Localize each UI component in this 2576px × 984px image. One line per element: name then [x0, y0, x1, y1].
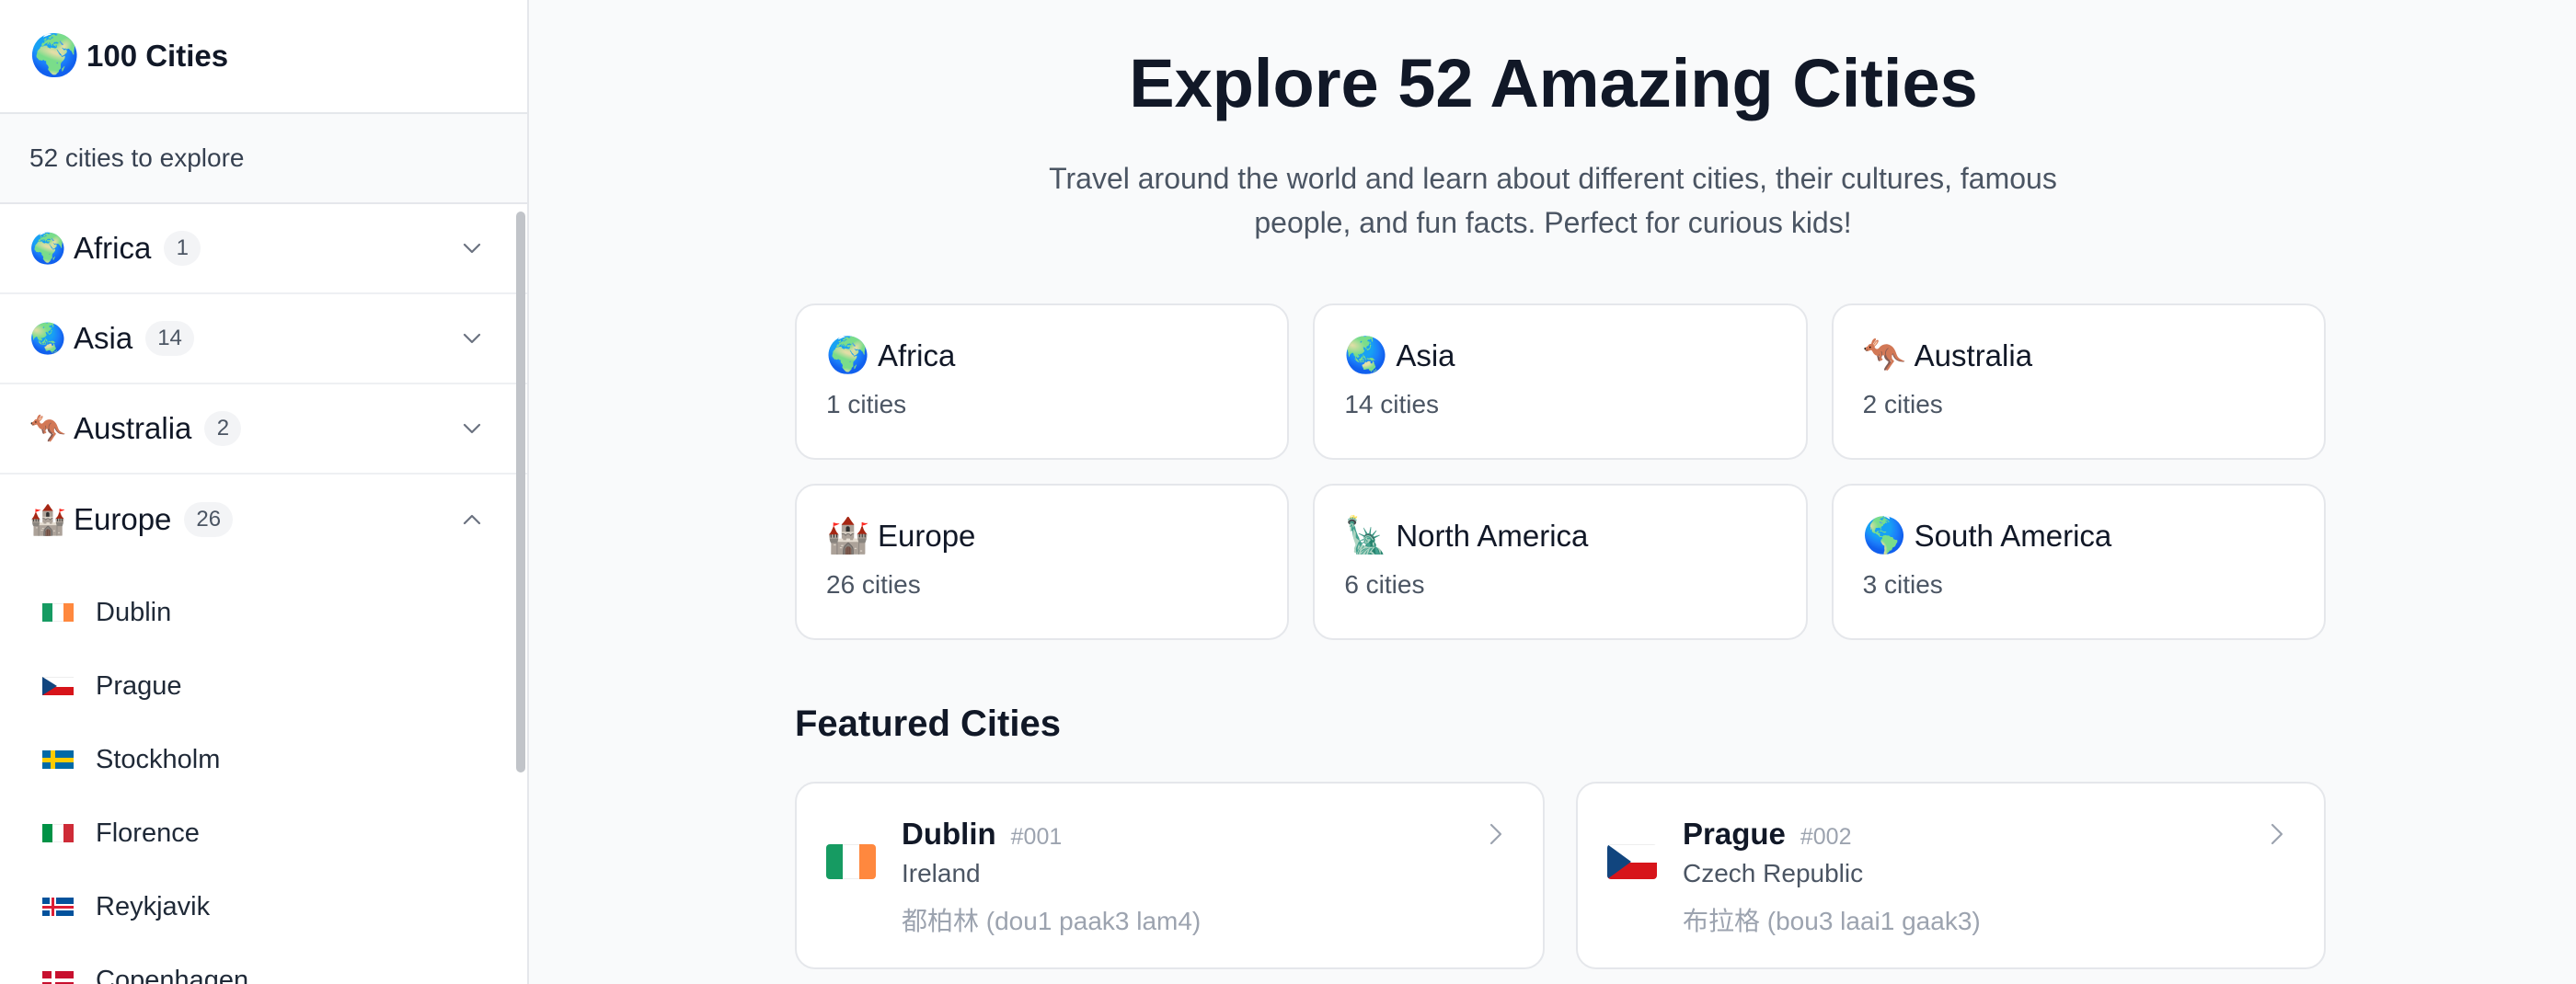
globe-americas-icon: 🌎: [1862, 517, 1906, 555]
continent-card-north-america[interactable]: 🗽 North America 6 cities: [1313, 484, 1808, 640]
sidebar-city-prague[interactable]: Prague: [0, 649, 527, 723]
iceland-flag-icon: [42, 898, 74, 916]
sidebar-city-stockholm[interactable]: Stockholm: [0, 723, 527, 796]
page-title: Explore 52 Amazing Cities: [1129, 45, 1978, 121]
continent-card-name: Africa: [878, 338, 956, 372]
continent-count-badge: 1: [164, 231, 201, 266]
chevron-down-icon[interactable]: [461, 327, 483, 349]
continent-card-australia[interactable]: 🦘 Australia 2 cities: [1831, 303, 2326, 460]
castle-icon: 🏰: [826, 517, 870, 555]
chevron-down-icon[interactable]: [461, 237, 483, 259]
featured-city-chinese-name: 布拉格 (bou3 laai1 gaak3): [1683, 907, 1981, 935]
continent-card-name: Asia: [1396, 338, 1455, 372]
continent-card-count: 14 cities: [1344, 390, 1440, 418]
continent-card-asia[interactable]: 🌏 Asia 14 cities: [1313, 303, 1808, 460]
globe-asia-icon: 🌏: [1344, 337, 1388, 375]
featured-city-name: Dublin: [902, 817, 996, 851]
castle-icon: 🏰: [29, 503, 66, 536]
continent-grid: 🌍 Africa 1 cities 🌏 Asia 14 cities 🦘 Aus…: [795, 303, 2326, 640]
city-label: Dublin: [96, 597, 172, 627]
sidebar: 🌍 100 Cities 52 cities to explore 🌍 Afri…: [0, 0, 529, 984]
continent-card-count: 3 cities: [1862, 570, 1943, 599]
denmark-flag-icon: [42, 971, 74, 984]
sidebar-city-dublin[interactable]: Dublin: [0, 576, 527, 649]
chevron-right-icon: [2265, 820, 2289, 848]
continent-card-africa[interactable]: 🌍 Africa 1 cities: [795, 303, 1290, 460]
globe-africa-icon: 🌍: [826, 337, 870, 375]
sidebar-header[interactable]: 🌍 100 Cities: [0, 0, 527, 114]
chevron-right-icon: [1484, 820, 1508, 848]
globe-africa-icon: 🌍: [29, 232, 66, 265]
sidebar-city-copenhagen[interactable]: Copenhagen: [0, 944, 527, 984]
globe-asia-icon: 🌏: [29, 322, 66, 355]
featured-city-country: Ireland: [902, 859, 981, 887]
featured-city-name: Prague: [1683, 817, 1786, 851]
continent-count-badge: 14: [145, 321, 194, 356]
continent-card-name: Europe: [878, 519, 976, 553]
continent-label: Asia: [74, 321, 133, 355]
sidebar-continent-asia[interactable]: 🌏 Asia 14: [0, 294, 527, 384]
sidebar-scroll-area: 🌍 Africa 1 🌏 Asia 14 🦘 Australia 2 🏰 Eur…: [0, 204, 527, 984]
city-count-text: 52 cities to explore: [0, 114, 527, 204]
continent-count-badge: 2: [204, 411, 242, 446]
featured-city-number: #002: [1800, 824, 1852, 850]
featured-cities-grid: Dublin #001 Ireland 都柏林 (dou1 paak3 lam4…: [795, 782, 2326, 969]
kangaroo-icon: 🦘: [1862, 337, 1906, 375]
continent-card-count: 1 cities: [826, 390, 907, 418]
featured-city-country: Czech Republic: [1683, 859, 1864, 887]
featured-city-card-dublin[interactable]: Dublin #001 Ireland 都柏林 (dou1 paak3 lam4…: [795, 782, 1545, 969]
ireland-flag-icon: [42, 603, 74, 622]
city-label: Stockholm: [96, 744, 221, 774]
city-label: Copenhagen: [96, 965, 249, 984]
page-subtitle: Travel around the world and learn about …: [1049, 162, 2057, 239]
sidebar-continent-africa[interactable]: 🌍 Africa 1: [0, 204, 527, 294]
continent-card-name: South America: [1914, 519, 2112, 553]
app-title: 100 Cities: [86, 39, 229, 73]
continent-label: Africa: [74, 231, 152, 265]
continent-card-count: 26 cities: [826, 570, 921, 599]
chevron-down-icon[interactable]: [461, 418, 483, 440]
main-content: Explore 52 Amazing Cities Travel around …: [531, 0, 2576, 984]
globe-icon: 🌍: [29, 33, 80, 78]
continent-label: Europe: [74, 502, 172, 536]
featured-city-number: #001: [1010, 824, 1063, 850]
city-label: Prague: [96, 670, 182, 701]
chevron-up-icon[interactable]: [461, 509, 483, 531]
continent-card-name: Australia: [1914, 338, 2033, 372]
italy-flag-icon: [42, 824, 74, 842]
sidebar-city-reykjavik[interactable]: Reykjavik: [0, 870, 527, 944]
continent-count-badge: 26: [184, 502, 234, 537]
continent-card-south-america[interactable]: 🌎 South America 3 cities: [1831, 484, 2326, 640]
sweden-flag-icon: [42, 750, 74, 769]
featured-cities-heading: Featured Cities: [795, 704, 1061, 744]
statue-of-liberty-icon: 🗽: [1344, 517, 1388, 555]
continent-card-count: 6 cities: [1344, 570, 1425, 599]
featured-city-card-prague[interactable]: Prague #002 Czech Republic 布拉格 (bou3 laa…: [1576, 782, 2326, 969]
city-label: Florence: [96, 818, 200, 848]
continent-card-europe[interactable]: 🏰 Europe 26 cities: [795, 484, 1290, 640]
kangaroo-icon: 🦘: [29, 412, 66, 445]
ireland-flag-icon: [826, 844, 876, 879]
sidebar-continent-europe[interactable]: 🏰 Europe 26: [0, 475, 527, 565]
continent-card-name: North America: [1396, 519, 1589, 553]
sidebar-city-florence[interactable]: Florence: [0, 796, 527, 870]
sidebar-scrollbar[interactable]: [516, 212, 525, 772]
czech-flag-icon: [1607, 844, 1657, 879]
city-label: Reykjavik: [96, 891, 211, 921]
featured-city-chinese-name: 都柏林 (dou1 paak3 lam4): [902, 907, 1202, 935]
continent-label: Australia: [74, 411, 192, 445]
europe-city-list: Dublin Prague Stockholm Florence Reykjav…: [0, 565, 527, 984]
continent-card-count: 2 cities: [1862, 390, 1943, 418]
czech-flag-icon: [42, 677, 74, 695]
sidebar-continent-australia[interactable]: 🦘 Australia 2: [0, 384, 527, 475]
